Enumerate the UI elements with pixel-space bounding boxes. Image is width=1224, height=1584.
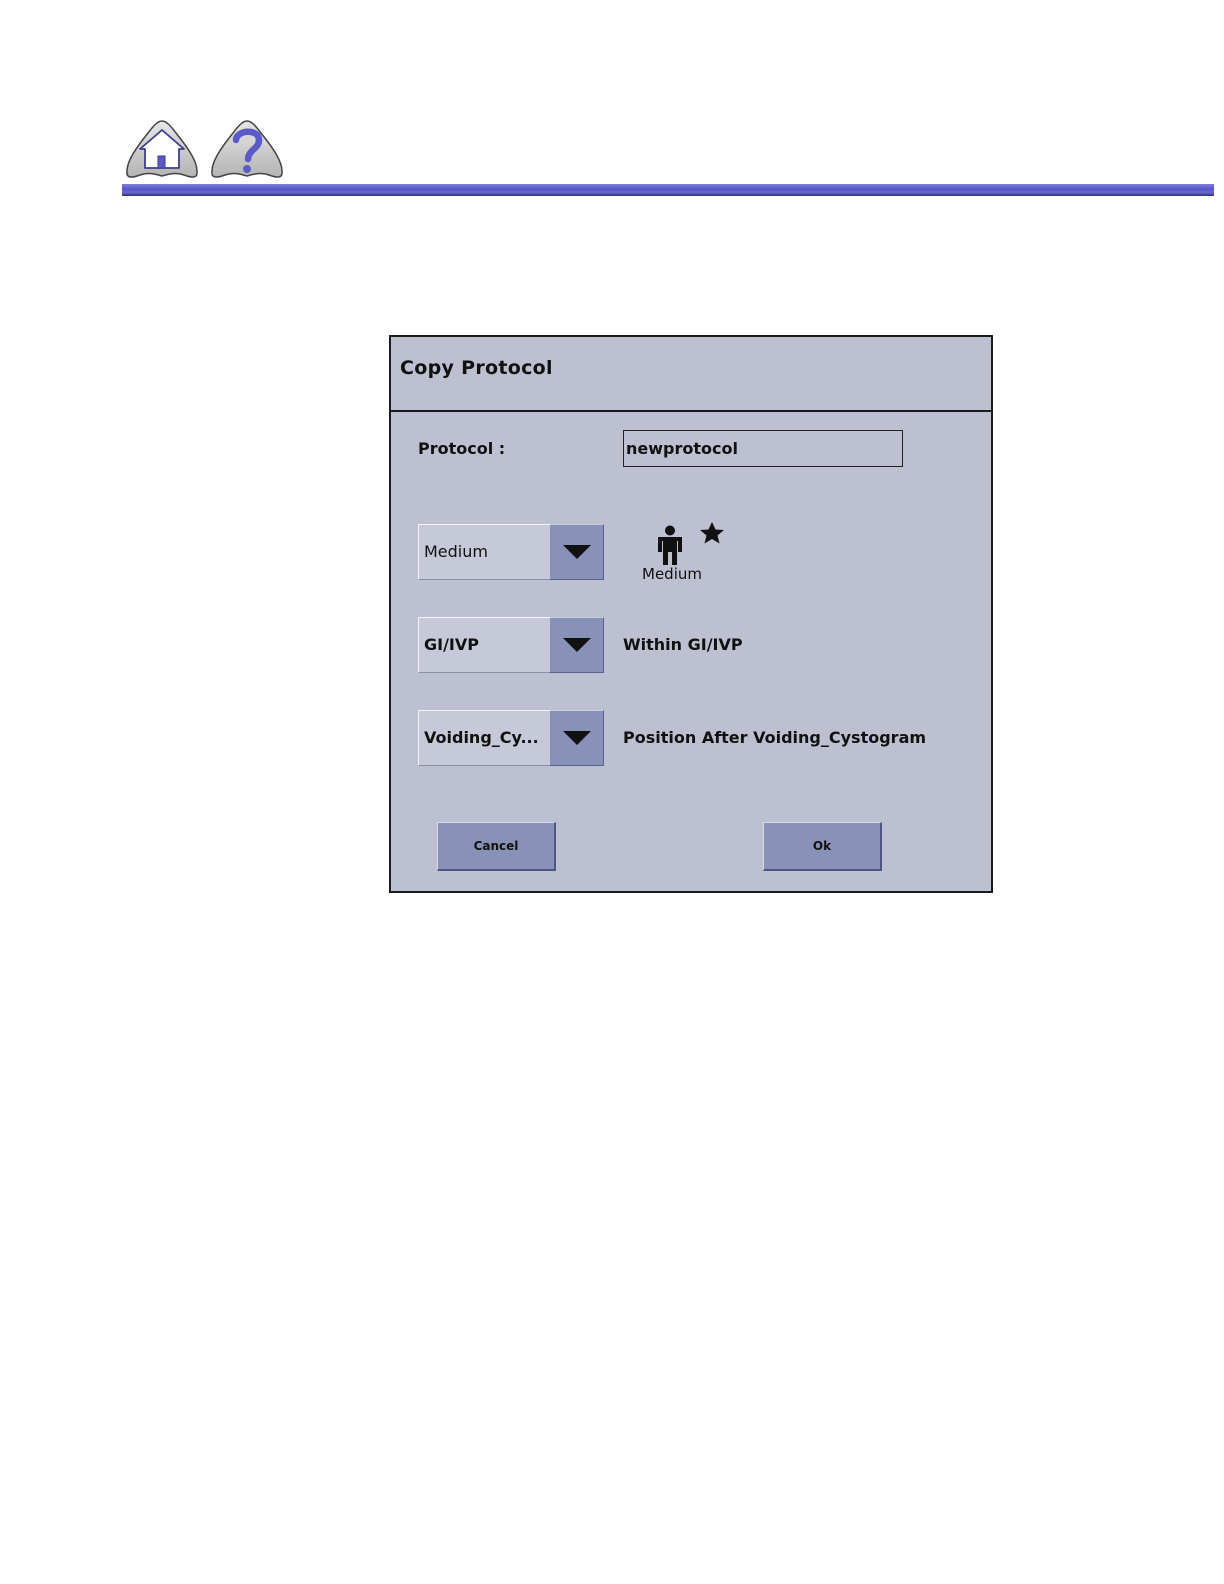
- position-description: Position After Voiding_Cystogram: [623, 728, 927, 747]
- chevron-down-icon: [563, 731, 591, 745]
- category-description: Within GI/IVP: [623, 635, 743, 654]
- position-value-box: Voiding_Cy...: [418, 710, 550, 766]
- star-icon: [700, 522, 724, 544]
- patient-size-value-box: Medium: [418, 524, 550, 580]
- home-icon: [126, 120, 198, 178]
- cancel-button[interactable]: Cancel: [437, 822, 556, 871]
- category-dropdown[interactable]: GI/IVP: [418, 617, 604, 673]
- patient-size-selected: Medium: [424, 542, 488, 561]
- header-rule: [122, 184, 1214, 196]
- help-button[interactable]: [209, 118, 285, 180]
- patient-figure-icon: [658, 525, 682, 565]
- patient-size-caption: Medium: [642, 565, 702, 583]
- position-dropdown[interactable]: Voiding_Cy...: [418, 710, 604, 766]
- patient-size-dropdown-arrow[interactable]: [550, 524, 604, 580]
- home-button[interactable]: [124, 118, 200, 180]
- position-dropdown-arrow[interactable]: [550, 710, 604, 766]
- patient-size-dropdown[interactable]: Medium: [418, 524, 604, 580]
- dialog-titlebar: Copy Protocol: [391, 337, 991, 412]
- dialog-title: Copy Protocol: [400, 357, 553, 379]
- protocol-name-input[interactable]: [623, 430, 903, 467]
- ok-button[interactable]: Ok: [763, 822, 882, 871]
- position-selected: Voiding_Cy...: [424, 728, 539, 747]
- category-dropdown-arrow[interactable]: [550, 617, 604, 673]
- protocol-label: Protocol :: [418, 439, 506, 458]
- copy-protocol-dialog: Copy Protocol Protocol : Medium Medium G…: [389, 335, 993, 893]
- question-mark-icon: [211, 120, 283, 178]
- category-selected: GI/IVP: [424, 635, 479, 654]
- chevron-down-icon: [563, 638, 591, 652]
- category-value-box: GI/IVP: [418, 617, 550, 673]
- chevron-down-icon: [563, 545, 591, 559]
